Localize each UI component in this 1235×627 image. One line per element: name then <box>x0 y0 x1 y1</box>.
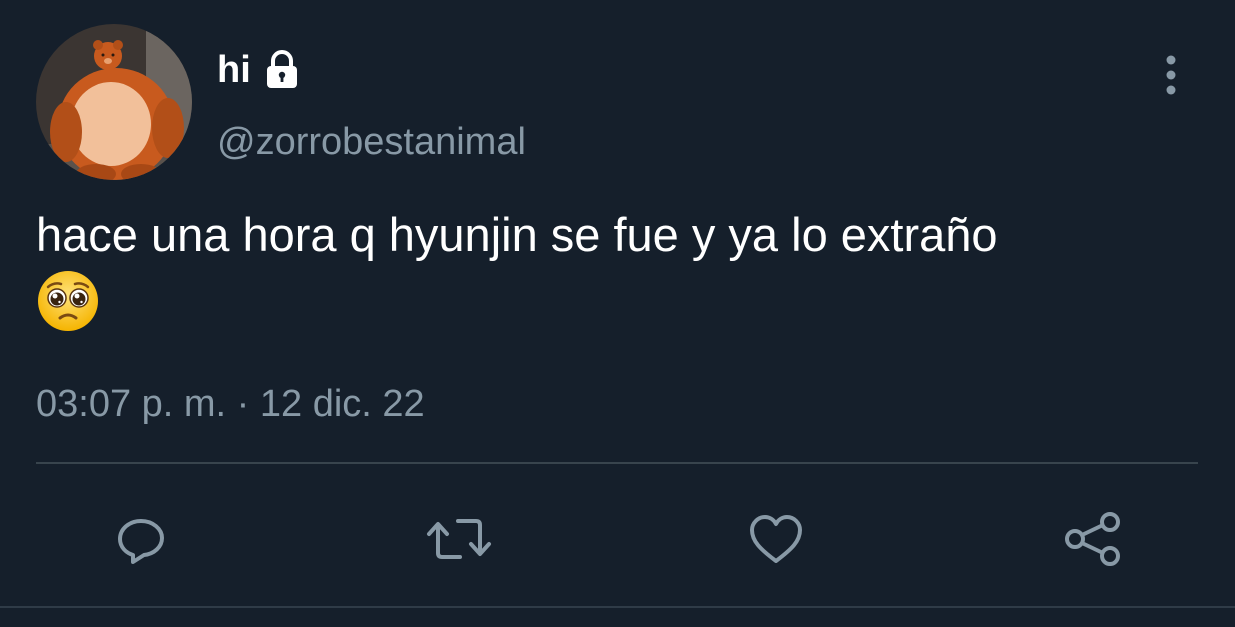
lock-icon <box>259 47 305 93</box>
more-options-icon[interactable] <box>1156 52 1186 98</box>
reply-icon <box>118 519 164 564</box>
retweet-button[interactable] <box>424 504 494 574</box>
share-button[interactable] <box>1058 504 1128 574</box>
avatar[interactable] <box>36 24 192 180</box>
heart-icon <box>750 515 802 563</box>
share-icon <box>1065 512 1120 566</box>
tweet-text: hace una hora q hyunjin se fue y ya lo e… <box>36 205 1196 333</box>
divider <box>36 462 1198 464</box>
tweet-action-bar <box>0 500 1235 580</box>
display-name-text: hi <box>217 49 251 91</box>
reply-button[interactable] <box>106 504 176 574</box>
user-handle[interactable]: @zorrobestanimal <box>217 118 526 166</box>
pleading-face-emoji <box>36 269 100 333</box>
retweet-icon <box>427 519 491 559</box>
bottom-divider <box>0 606 1235 608</box>
tweet-text-content: hace una hora q hyunjin se fue y ya lo e… <box>36 208 998 261</box>
teddy-bear-avatar-image <box>36 24 192 180</box>
tweet-card: hi @zorrobestanimal hace una hora q hyun… <box>0 0 1235 627</box>
display-name[interactable]: hi <box>217 46 305 94</box>
tweet-timestamp[interactable]: 03:07 p. m. · 12 dic. 22 <box>36 380 425 428</box>
like-button[interactable] <box>741 504 811 574</box>
